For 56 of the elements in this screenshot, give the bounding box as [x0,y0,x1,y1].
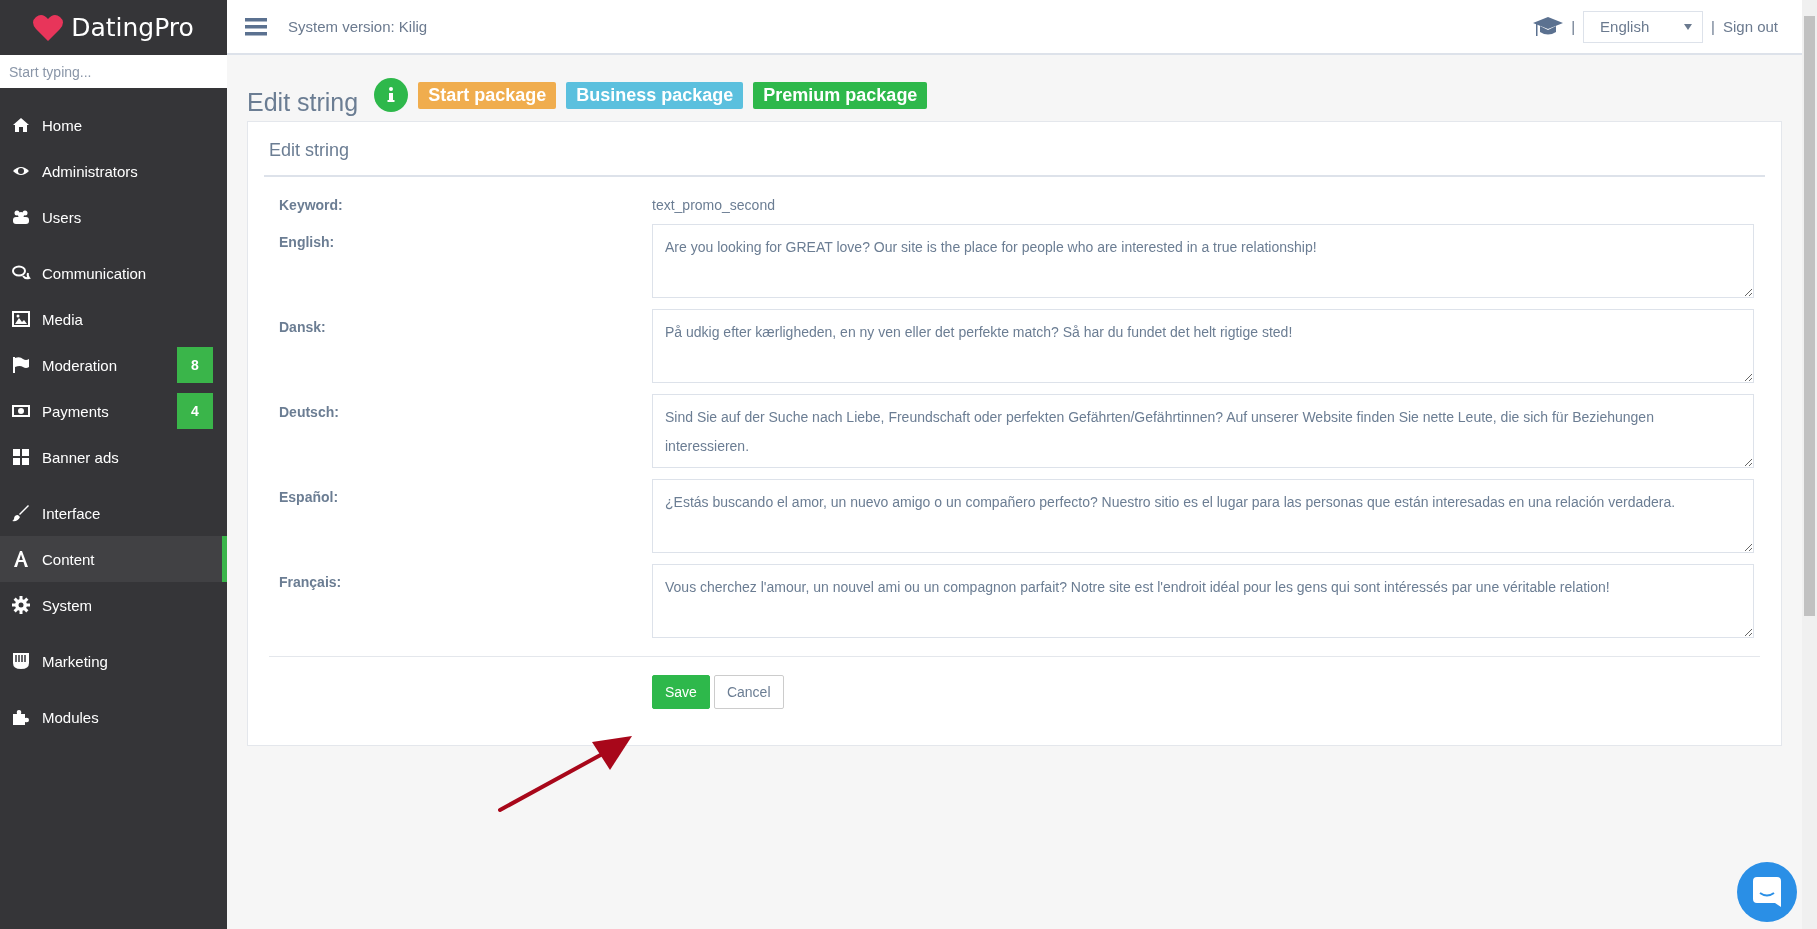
chat-icon [1753,877,1781,907]
translation-textarea[interactable]: På udkig efter kærligheden, en ny ven eller det perfekte match? Så har du fundet det helt rigtige sted! [652,309,1754,383]
menu-item-icon [11,356,31,374]
count-badge: 8 [177,347,213,383]
caret-icon [1684,23,1693,30]
menu-item-icon [11,708,31,726]
menu-item-icon [11,310,31,328]
sidebar-menu-item[interactable]: Banner ads [0,434,227,480]
menu-icon[interactable] [245,17,267,36]
menu-item-icon [11,208,31,226]
sidebar-menu-item[interactable]: Users [0,194,227,240]
sidebar-menu-item[interactable]: Moderation 8 [0,342,227,388]
graduation-cap-icon[interactable] [1533,15,1564,38]
sidebar-menu-item[interactable]: Content [0,536,227,582]
language-select[interactable]: English [1583,10,1704,43]
menu-item-icon [11,596,31,614]
menu-item-icon [11,504,31,522]
sidebar-menu-item[interactable]: Administrators [0,148,227,194]
card-title: Edit string [264,122,1765,177]
field-label: Dansk: [279,318,327,337]
field-label: English: [279,233,336,252]
scrollbar[interactable] [1802,0,1817,929]
separator-text: | [1711,18,1715,35]
heart-icon [33,14,64,41]
sidebar-menu-item[interactable]: Interface [0,490,227,536]
translation-textarea[interactable]: Sind Sie auf der Suche nach Liebe, Freundschaft oder perfekten Gefährten/Gefährtinnen? Auf unserer Website finden Sie nette Leute, die sich für Beziehungen interessieren. [652,394,1754,468]
menu-item-icon [11,264,31,282]
cancel-button[interactable]: Cancel [713,675,784,709]
separator-text: | [1571,18,1576,35]
menu-item-icon [11,550,31,568]
translation-textarea[interactable]: ¿Estás buscando el amor, un nuevo amigo o un compañero perfecto? Nuestro sitio es el lugar para las personas que están interesadas en una relación verdadera. [652,479,1754,553]
sidebar-menu-item[interactable]: Payments 4 [0,388,227,434]
translation-textarea[interactable]: Are you looking for GREAT love? Our site is the place for people who are interested in a true relationship! [652,224,1754,298]
page-title: Edit string [247,87,359,117]
menu-item-icon [11,652,31,670]
sidebar-menu-item[interactable]: Modules [0,694,227,740]
translation-textarea[interactable]: Vous cherchez l'amour, un nouvel ami ou un compagnon parfait? Notre site est l'endroit idéal pour les gens qui sont intéressés par une véritable relation! [652,564,1754,638]
keyword-value: text_promo_second [652,197,775,213]
logo-text[interactable]: DatingPro [71,13,194,42]
sidebar-menu-item[interactable]: Home [0,102,227,148]
sidebar-menu-item[interactable]: Communication [0,250,227,296]
sidebar-menu-item[interactable]: Marketing [0,638,227,684]
sidebar-search-field[interactable]: Start typing... [0,55,227,88]
menu-item-icon [11,402,31,420]
field-label: Español: [279,488,340,507]
info-icon[interactable] [374,78,409,112]
count-badge: 4 [177,393,213,429]
field-label: Deutsch: [279,403,340,422]
sidebar-menu-item[interactable]: Media [0,296,227,342]
sidebar-menu-item[interactable]: System [0,582,227,628]
menu-item-icon [11,116,31,134]
sign-out-link[interactable]: Sign out [1722,18,1778,35]
menu-item-icon [11,448,31,466]
field-label: Français: [279,573,343,592]
field-label: Keyword: [279,197,344,213]
system-version-text: System version: Kilig [288,18,429,35]
